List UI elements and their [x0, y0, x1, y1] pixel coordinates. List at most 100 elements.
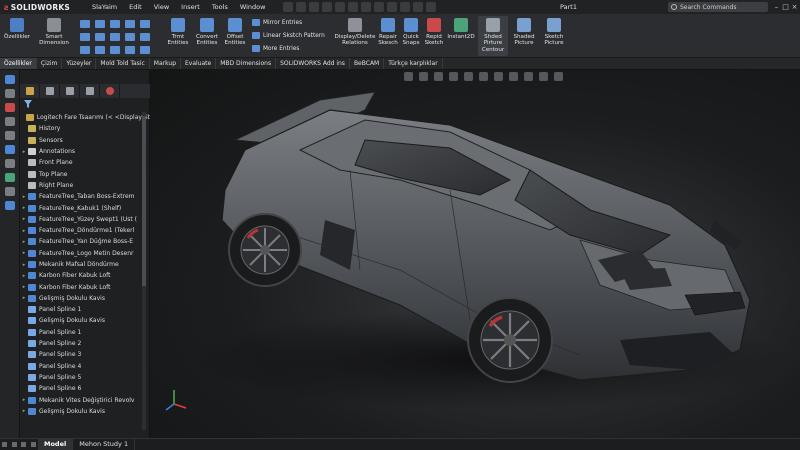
instant2d-button[interactable]: Instant2D: [446, 18, 476, 40]
tab-mold-tools[interactable]: Mold Told Tasic: [96, 58, 150, 69]
ellipse-icon[interactable]: [110, 33, 120, 41]
tree-node[interactable]: ▸ FeatureTree_Döndürme1 (Tekerl: [20, 225, 150, 236]
expand-arrow-icon[interactable]: ▸: [20, 149, 28, 155]
menu-file[interactable]: SlaYaim: [86, 0, 123, 14]
open-icon[interactable]: [322, 2, 333, 12]
first-tab-icon[interactable]: [2, 442, 8, 447]
configuration-manager-tab[interactable]: [60, 84, 80, 98]
options-icon[interactable]: [426, 2, 437, 12]
tree-node[interactable]: ▸ FeatureTree_Taban Boss-Extrem: [20, 191, 150, 202]
tree-node[interactable]: ▸ Annotations: [20, 146, 150, 157]
new-document-icon[interactable]: [309, 2, 320, 12]
sketch-picture-button[interactable]: Sketch Picture: [540, 18, 568, 47]
tree-node[interactable]: ▸ FeatureTree_Logo Metin Desenr: [20, 248, 150, 259]
chamfer-icon[interactable]: [125, 46, 135, 54]
shaded-picture-button[interactable]: Shaded Picture: [510, 18, 538, 47]
previous-view-icon[interactable]: [434, 72, 443, 81]
view-orientation-icon[interactable]: [464, 72, 473, 81]
view-settings-icon[interactable]: [539, 72, 548, 81]
tree-node[interactable]: Logitech Fare Tsaarımı (< <Display St: [20, 112, 150, 123]
edit-appearance-icon[interactable]: [509, 72, 518, 81]
section-view-hud-icon[interactable]: [449, 72, 458, 81]
mirror-entries-button[interactable]: Mirror Entries: [252, 19, 302, 26]
section-view-icon[interactable]: [4, 117, 15, 126]
tree-node[interactable]: ▸ Karbon Fiber Kabuk Loft: [20, 270, 150, 281]
menu-insert[interactable]: Insert: [175, 0, 206, 14]
expand-arrow-icon[interactable]: ▸: [20, 284, 28, 290]
tree-node[interactable]: ▸ Mekanik Vites Değiştirici Revolv: [20, 394, 150, 405]
menu-edit[interactable]: Edit: [123, 0, 148, 14]
expand-arrow-icon[interactable]: ▸: [20, 273, 28, 279]
repair-sketch-button[interactable]: Repair Skesch: [376, 18, 400, 47]
display-manager-tab[interactable]: [100, 84, 120, 98]
construction-icon[interactable]: [140, 46, 150, 54]
tree-node[interactable]: Front Plane: [20, 157, 150, 168]
next-tab-icon[interactable]: [21, 442, 27, 447]
display-style-icon[interactable]: [4, 201, 15, 210]
tab-cizim[interactable]: Çizim: [37, 58, 63, 69]
display-delete-relations-button[interactable]: Display/Delete Relations: [334, 18, 376, 47]
filter-icon[interactable]: [24, 100, 32, 108]
maximize-icon[interactable]: □: [781, 0, 790, 14]
hide-show-items-icon[interactable]: [494, 72, 503, 81]
tree-node[interactable]: Panel Spline 2: [20, 338, 150, 349]
trim-entities-button[interactable]: Trmt Entities: [164, 18, 192, 47]
dimxpert-tab[interactable]: [80, 84, 100, 98]
graphics-viewport[interactable]: [150, 70, 800, 438]
expand-arrow-icon[interactable]: ▸: [20, 408, 28, 414]
apply-scene-icon[interactable]: [524, 72, 533, 81]
expand-arrow-icon[interactable]: ▸: [20, 216, 28, 222]
solidworks-logo[interactable]: ƨ SOLIDWORKS: [0, 3, 86, 12]
tab-ozellikler[interactable]: Özellikler: [0, 58, 37, 69]
offset-entities-button[interactable]: Offset Entities: [222, 18, 248, 47]
monitor-icon[interactable]: [554, 72, 563, 81]
prev-tab-icon[interactable]: [11, 442, 17, 447]
tree-node[interactable]: Sensors: [20, 135, 150, 146]
home-icon[interactable]: [296, 2, 307, 12]
tree-node[interactable]: Right Plane: [20, 180, 150, 191]
linear-sketch-pattern-button[interactable]: Linear Skstch Pattern: [252, 32, 325, 39]
select-icon[interactable]: [387, 2, 398, 12]
tree-node[interactable]: Gelişmiş Dokulu Kavis: [20, 315, 150, 326]
smart-dimension-button[interactable]: Smart Dimension: [36, 18, 72, 47]
view-icon[interactable]: [4, 89, 15, 98]
tree-node[interactable]: Panel Spline 3: [20, 349, 150, 360]
line-icon[interactable]: [80, 20, 90, 28]
tree-node[interactable]: Panel Spline 5: [20, 372, 150, 383]
close-icon[interactable]: ×: [790, 0, 799, 14]
tree-node[interactable]: ▸ Gelişmiş Dokulu Kavis: [20, 406, 150, 417]
expand-arrow-icon[interactable]: ▸: [20, 295, 28, 301]
arc-icon[interactable]: [95, 33, 105, 41]
tree-node[interactable]: ▸ Karbon Fiber Kabuk Loft: [20, 281, 150, 292]
spline-icon[interactable]: [140, 20, 150, 28]
shaded-picture-contour-button[interactable]: Shded Pirture Centour: [478, 16, 508, 56]
expand-arrow-icon[interactable]: ▸: [20, 194, 28, 200]
expand-arrow-icon[interactable]: ▸: [20, 262, 28, 268]
zoom-icon[interactable]: [4, 131, 15, 140]
feature-manager-tab[interactable]: [20, 84, 40, 98]
rebuild-icon[interactable]: [400, 2, 411, 12]
display-style-hud-icon[interactable]: [479, 72, 488, 81]
tree-node[interactable]: ▸ Mekanik Mafsal Döndürme: [20, 259, 150, 270]
polygon-icon[interactable]: [125, 20, 135, 28]
measure-icon[interactable]: [4, 187, 15, 196]
tree-node[interactable]: ▸ FeatureTree_Yan Düğme Boss-E: [20, 236, 150, 247]
minimize-icon[interactable]: –: [772, 0, 781, 14]
tree-node[interactable]: ▸ FeatureTree_Yüzey Swept1 (Ust (: [20, 214, 150, 225]
undo-icon[interactable]: [361, 2, 372, 12]
menu-view[interactable]: View: [148, 0, 175, 14]
car-model[interactable]: [150, 70, 800, 438]
fillet-icon[interactable]: [125, 33, 135, 41]
redo-icon[interactable]: [374, 2, 385, 12]
more-entries-button[interactable]: More Entries: [252, 45, 299, 52]
tree-node[interactable]: Panel Spline 1: [20, 327, 150, 338]
tree-node[interactable]: Panel Spline 1: [20, 304, 150, 315]
tab-turkce[interactable]: Türkçe karplıklar: [384, 58, 443, 69]
tab-mbd-dimensions[interactable]: MBD Dimensions: [216, 58, 277, 69]
feature-tree-scrollbar[interactable]: [142, 112, 146, 430]
tree-node[interactable]: ▸ Gelişmiş Dokulu Kavis: [20, 293, 150, 304]
tab-motion-study[interactable]: Mehon Study 1: [73, 439, 136, 450]
expand-arrow-icon[interactable]: ▸: [20, 397, 28, 403]
tree-node[interactable]: History: [20, 123, 150, 134]
pin-icon[interactable]: [283, 2, 294, 12]
